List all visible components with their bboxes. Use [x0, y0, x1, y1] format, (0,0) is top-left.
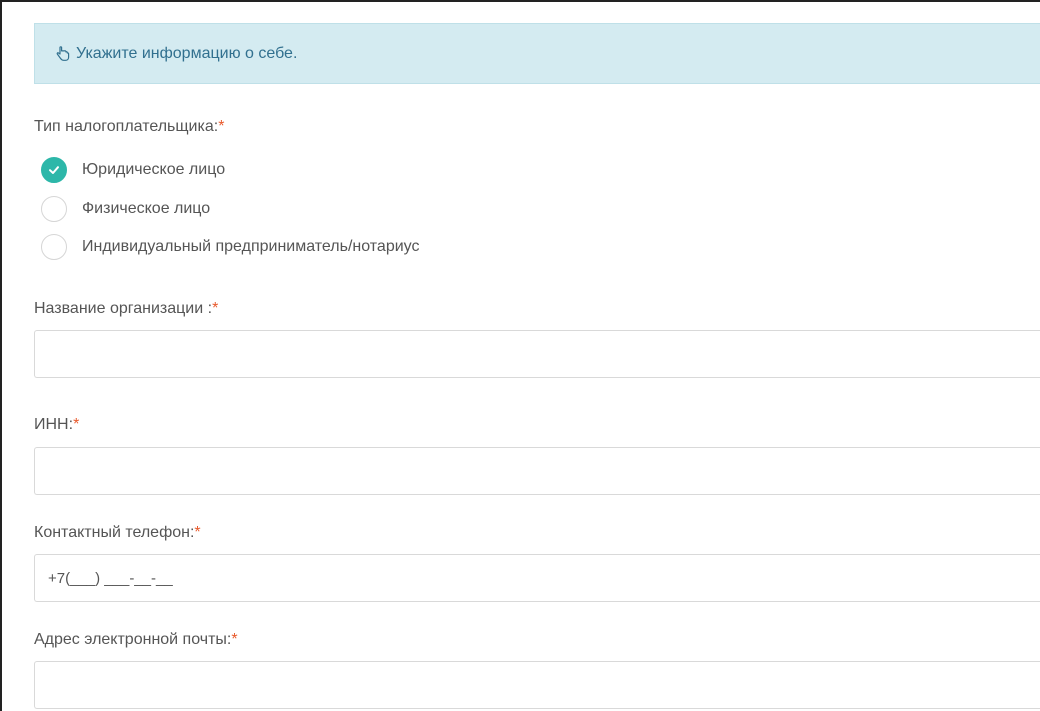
- radio-legal-entity[interactable]: Юридическое лицо: [41, 156, 225, 184]
- radio-label-entrepreneur[interactable]: Индивидуальный предприниматель/нотариус: [82, 238, 419, 256]
- required-asterisk: *: [231, 631, 238, 648]
- phone-input[interactable]: [34, 554, 1040, 602]
- radio-entrepreneur[interactable]: Индивидуальный предприниматель/нотариус: [41, 233, 419, 261]
- banner-text: Укажите информацию о себе.: [76, 44, 298, 62]
- radio-button[interactable]: [41, 196, 67, 222]
- required-asterisk: *: [212, 300, 219, 317]
- email-input[interactable]: [34, 661, 1040, 709]
- radio-button-checked[interactable]: [41, 157, 67, 183]
- taxpayer-type-label: Тип налогоплательщика:*: [34, 118, 225, 135]
- checkmark-icon: [49, 166, 59, 174]
- required-asterisk: *: [73, 416, 80, 433]
- radio-button[interactable]: [41, 234, 67, 260]
- phone-label: Контактный телефон:*: [34, 524, 201, 541]
- inn-input[interactable]: [34, 447, 1040, 495]
- email-label: Адрес электронной почты:*: [34, 631, 238, 648]
- radio-label-legal-entity[interactable]: Юридическое лицо: [82, 161, 225, 179]
- organization-name-input[interactable]: [34, 330, 1040, 378]
- hand-pointing-icon: [56, 45, 70, 62]
- required-asterisk: *: [218, 118, 225, 135]
- organization-name-label: Название организации :*: [34, 300, 219, 317]
- inn-label: ИНН:*: [34, 416, 80, 433]
- required-asterisk: *: [194, 524, 201, 541]
- info-banner: Укажите информацию о себе.: [34, 23, 1040, 84]
- radio-label-individual[interactable]: Физическое лицо: [82, 200, 210, 218]
- radio-individual[interactable]: Физическое лицо: [41, 195, 210, 223]
